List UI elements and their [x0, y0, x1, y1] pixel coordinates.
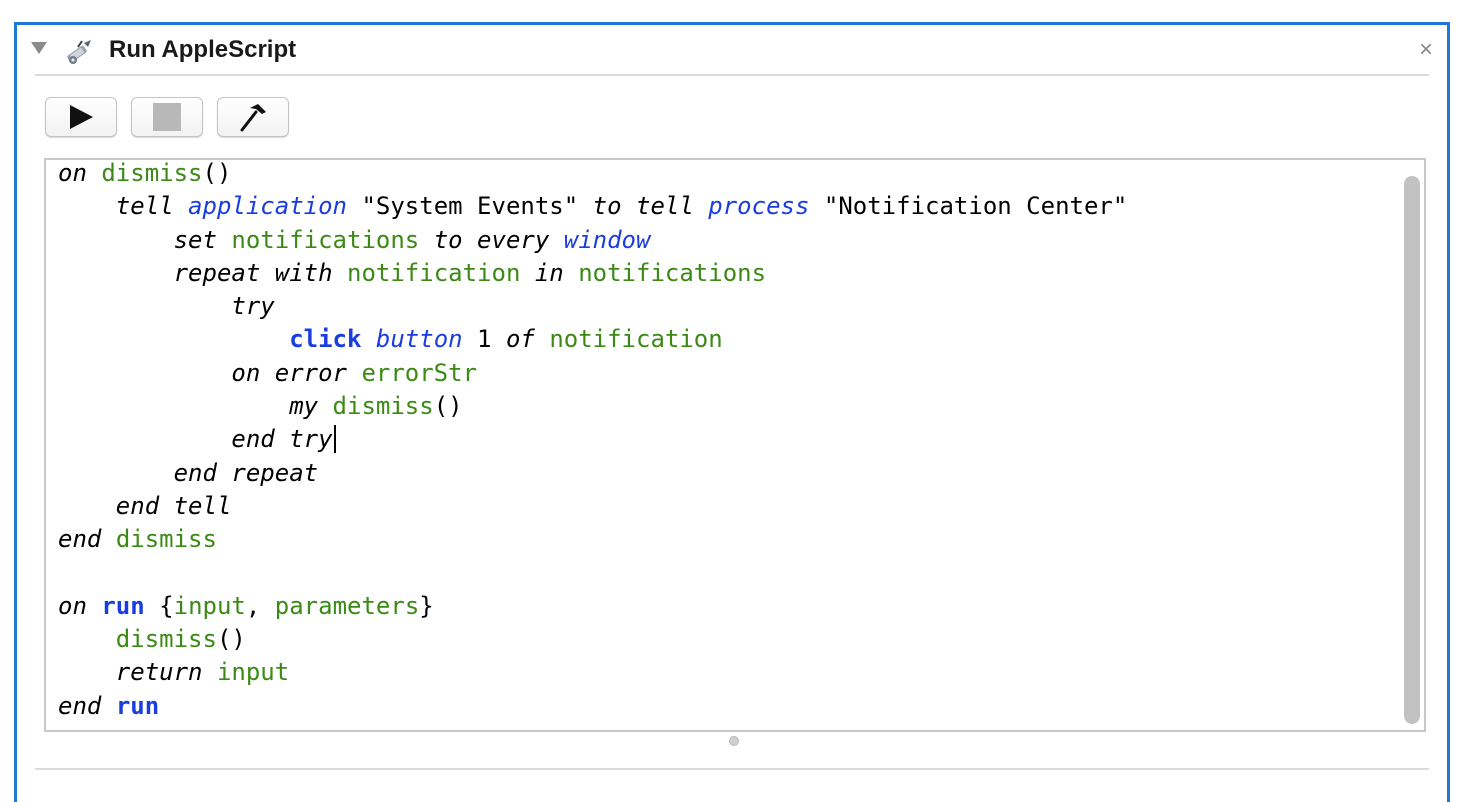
code-line: end try	[58, 425, 336, 454]
triangle-down-icon[interactable]	[31, 42, 47, 54]
play-icon	[70, 105, 93, 129]
script-editor[interactable]: on dismiss() tell application "System Ev…	[44, 158, 1426, 732]
code-line: end tell	[115, 491, 232, 520]
code-line: click button 1 of notification	[289, 325, 723, 354]
code-line: on error errorStr	[231, 358, 478, 387]
code-line: end dismiss	[58, 525, 217, 554]
header-divider	[35, 74, 1429, 76]
script-code[interactable]: on dismiss() tell application "System Ev…	[58, 159, 1128, 723]
editor-scrollbar[interactable]	[1404, 176, 1420, 724]
code-line: end run	[58, 691, 160, 720]
stop-icon	[153, 103, 181, 131]
close-icon[interactable]: ×	[1419, 35, 1433, 65]
code-line: on dismiss()	[58, 159, 232, 187]
applescript-icon	[67, 40, 91, 64]
resize-handle[interactable]	[729, 736, 739, 746]
code-line: return input	[115, 658, 290, 687]
action-panel: Run AppleScript × on dismiss() tell appl…	[14, 22, 1450, 802]
code-line: set notifications to every window	[173, 225, 651, 254]
hammer-icon	[240, 104, 266, 132]
text-cursor	[333, 425, 336, 454]
code-line: on run {input, parameters}	[58, 591, 434, 620]
code-line: try	[231, 292, 275, 321]
code-line: dismiss()	[115, 625, 246, 654]
stop-button[interactable]	[131, 97, 203, 137]
code-line: end repeat	[173, 458, 319, 487]
action-header: Run AppleScript ×	[17, 25, 1447, 77]
run-button[interactable]	[45, 97, 117, 137]
code-line: repeat with notification in notification…	[173, 258, 767, 287]
compile-button[interactable]	[217, 97, 289, 137]
action-title: Run AppleScript	[109, 36, 297, 63]
code-line: tell application "System Events" to tell…	[115, 192, 1128, 221]
footer-divider	[35, 768, 1429, 770]
code-line: my dismiss()	[289, 392, 463, 421]
